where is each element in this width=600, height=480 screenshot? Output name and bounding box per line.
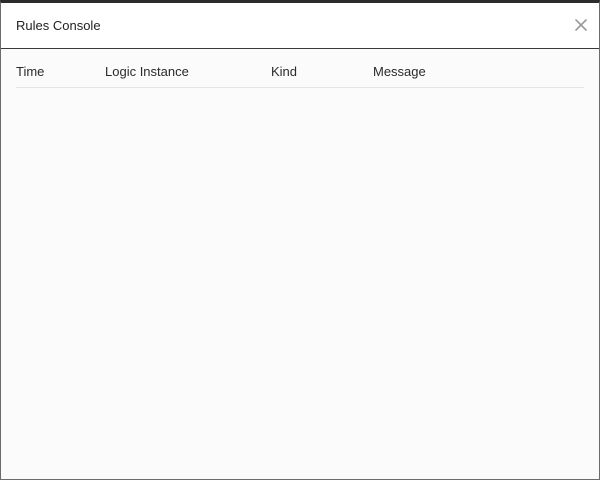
column-header-kind[interactable]: Kind	[271, 64, 297, 80]
column-header-message[interactable]: Message	[373, 64, 426, 80]
close-icon	[575, 19, 587, 31]
title-bar: Rules Console	[1, 3, 599, 49]
table-header-row: Time Logic Instance Kind Message	[16, 49, 584, 88]
dialog-title: Rules Console	[16, 18, 101, 33]
rules-console-dialog: Rules Console Time Logic Instance Kind M…	[0, 0, 600, 480]
column-header-time[interactable]: Time	[16, 64, 44, 80]
column-header-logic-instance[interactable]: Logic Instance	[105, 64, 189, 80]
close-button[interactable]	[571, 15, 591, 35]
table-body	[16, 88, 584, 468]
console-table: Time Logic Instance Kind Message	[16, 49, 584, 468]
